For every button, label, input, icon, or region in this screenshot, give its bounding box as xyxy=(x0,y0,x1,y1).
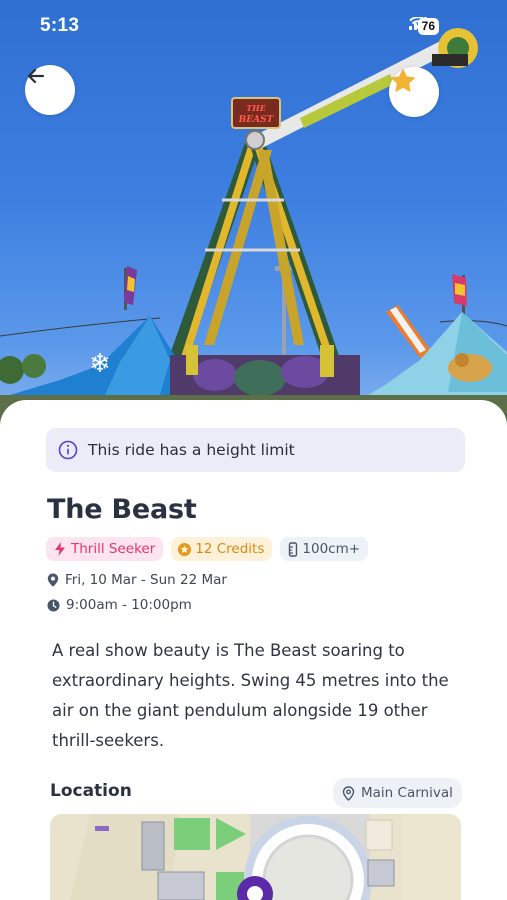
battery-indicator: 76 xyxy=(417,18,439,35)
clock-icon xyxy=(47,599,60,611)
tag-credits: 12 Credits xyxy=(171,537,273,561)
favourite-button[interactable] xyxy=(389,67,439,117)
tag-height-label: 100cm+ xyxy=(302,541,361,557)
map-pin-icon xyxy=(342,785,355,801)
beast-sign-text: THE xyxy=(246,103,267,113)
ruler-icon xyxy=(289,541,298,557)
height-limit-notice: This ride has a height limit xyxy=(46,428,465,472)
star-icon xyxy=(391,69,415,92)
info-icon xyxy=(58,440,78,460)
status-bar: 5:13 76 xyxy=(0,0,507,54)
credit-coin-icon xyxy=(178,542,192,556)
location-pin-icon xyxy=(47,573,59,587)
back-button[interactable] xyxy=(25,65,75,115)
status-time: 5:13 xyxy=(40,15,80,36)
arrow-left-icon xyxy=(27,68,45,84)
hero-image: THE BEAST ❄ 5:13 76 xyxy=(0,0,507,430)
notice-text: This ride has a height limit xyxy=(88,441,295,459)
tag-credits-label: 12 Credits xyxy=(195,541,265,557)
ride-dates: Fri, 10 Mar - Sun 22 Mar xyxy=(47,572,227,588)
tag-category-label: Thrill Seeker xyxy=(71,541,156,557)
location-area-label: Main Carnival xyxy=(361,785,453,801)
detail-sheet: This ride has a height limit The Beast T… xyxy=(0,400,507,900)
tag-height: 100cm+ xyxy=(280,537,369,561)
ride-tags: Thrill Seeker 12 Credits 100cm+ xyxy=(46,537,369,561)
location-map[interactable] xyxy=(50,814,461,900)
location-heading: Location xyxy=(50,781,132,801)
ride-description: A real show beauty is The Beast soaring … xyxy=(52,641,449,750)
ride-hours: 9:00am - 10:00pm xyxy=(47,597,192,613)
svg-text:❄: ❄ xyxy=(89,349,111,379)
location-area-badge[interactable]: Main Carnival xyxy=(333,778,462,808)
ride-title: The Beast xyxy=(47,494,197,525)
lightning-icon xyxy=(55,542,65,556)
ride-photo: THE BEAST ❄ xyxy=(0,28,507,430)
svg-text:BEAST: BEAST xyxy=(238,115,275,125)
tag-category: Thrill Seeker xyxy=(46,537,164,561)
ride-dates-text: Fri, 10 Mar - Sun 22 Mar xyxy=(65,572,227,588)
ride-hours-text: 9:00am - 10:00pm xyxy=(66,597,192,613)
